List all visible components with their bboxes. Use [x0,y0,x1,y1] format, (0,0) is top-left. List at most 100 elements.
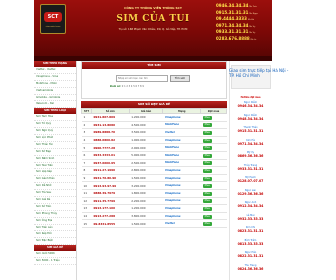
contact-item[interactable]: Mỹ Vy 0869.36.36.36 [229,151,272,158]
brand-title: SIM CỦA TUI [116,14,190,24]
contact-item[interactable]: Ngọc Anh 0912.34.34.34 [229,201,272,208]
sidebar-item[interactable]: Itelecom - Itel [34,101,76,109]
buy-button[interactable]: Mua [202,168,212,173]
search-button[interactable]: Tìm sim [170,75,190,82]
sidebar-item[interactable]: Sim Phong Thủy [34,211,76,218]
sidebar-item[interactable]: Sim Số Đẹp [34,149,76,156]
table-row[interactable]: 1 0941.867.869 1.200.000 Vinaphone Mua [81,113,227,122]
hotline-item[interactable]: 0971.34.34.34Ms Vy [216,23,270,30]
table-row[interactable]: 13 0913.177.166 1.200.000 Vinaphone Mua [81,204,227,213]
hotline-label: Ms Vy [249,32,256,35]
sim-number: 0913.177.166 [91,204,130,213]
sim-table: STT Số sim Giá bán Mạng Đặt mua 1 0941.86… [81,108,227,228]
sidebar-item[interactable]: Sim Dễ Nhớ [34,183,76,191]
hotline-label: Ms Vy [249,25,256,28]
table-row[interactable]: 12 0911.35.7799 2.200.000 Vinaphone Mua [81,197,227,206]
filter-links[interactable]: 0 1 2 3 4 5 6 7 8 9 [122,85,144,88]
hotline-item[interactable]: 0946.34.34.34Ms Trúc [216,3,270,10]
contact-item[interactable]: Thanh Thảo 0915.31.31.31 [229,126,272,133]
buy-button[interactable]: Mua [202,199,212,204]
contact-item[interactable]: Ngọc Diễm 0948.34.34.34 [229,114,272,121]
logo[interactable]: SCT simcuatui.com [40,4,66,34]
sidebar-item[interactable]: Gmobile - Gmobile [34,95,76,102]
contact-item[interactable]: Ngọc Diễm 0946.34.34.34 [229,101,272,108]
buy-cell: Mua [200,121,227,130]
sidebar-item[interactable]: Sim Giá Rẻ [34,197,76,204]
network-logo: Vinaphone [162,181,201,190]
sidebar-item[interactable]: Sim Lặp Kép [34,169,76,177]
sidebar-item[interactable]: Sim Năm Sinh [34,156,76,163]
sidebar-item[interactable]: Sim Ngũ Quý [34,128,76,136]
contact-item[interactable]: Ngọc Lan 0129.36.36.36 [229,189,272,196]
buy-button[interactable]: Mua [202,184,212,189]
table-row[interactable]: 11 0888.39.7979 1.800.000 Vinaphone Mua [81,189,227,198]
contact-item[interactable]: Thu Trang 0824.36.36.36 [229,264,272,271]
contact-item[interactable]: Kim Chi 0823.31.31.31 [229,226,272,233]
contact-number: 0946.34.34.34 [237,104,264,108]
buy-button[interactable]: Mua [202,153,212,158]
sidebar-item[interactable]: Sim Tam Hoa [34,114,76,122]
buy-button[interactable]: Mua [202,191,212,196]
sidebar-item[interactable]: Sim Kép Đôi [34,231,76,239]
sidebar-item[interactable]: Sim Đặc Biệt [34,238,76,246]
buy-button[interactable]: Mua [202,123,212,128]
sidebar-item[interactable]: Sim dưới 500K [34,251,76,259]
table-row[interactable]: 6 0933.3333.61 5.000.000 MobiFone Mua [81,151,227,160]
sidebar-item[interactable]: Sim Ông Địa [34,218,76,225]
contact-item[interactable]: Ngọc Hân 0822.31.31.31 [229,251,272,258]
contact-item[interactable]: Mỹ Hạnh 0128.07.07.07 [229,176,272,183]
hotline-label: Ms Hà [247,19,255,22]
table-row[interactable]: 2 0931.13.8686 4.500.000 MobiFone Mua [81,121,227,130]
contact-item[interactable]: Thùy Trang 0933.31.31.31 [229,164,272,171]
buy-button[interactable]: Mua [202,146,212,151]
buy-button[interactable]: Mua [202,115,212,120]
hotline-item[interactable]: 0915.31.31.31Ms Ngọc [216,10,270,17]
table-row[interactable]: 7 0937.6666.95 2.500.000 MobiFone Mua [81,159,227,168]
sidebar-item[interactable]: Sim Taxi Tiến [34,163,76,170]
search-input[interactable] [116,75,168,82]
table-row[interactable]: 3 0989.8888.76 3.500.000 Viettel Mua [81,128,227,137]
sim-number: 0913.93.97.99 [91,181,130,190]
network-logo: Vinaphone [162,113,201,122]
sidebar-item[interactable]: Sim Trả Sau [34,190,76,198]
hotline-item[interactable]: 0283.676.8888Ms Lê [216,36,270,43]
sidebar-item[interactable]: Sim Tiến Lên [34,225,76,232]
contact-item[interactable]: Bích Trâm 0813.33.33.33 [229,239,272,246]
buy-cell: Mua [200,174,227,183]
table-row[interactable]: 10 0913.93.97.99 3.200.000 Vinaphone Mua [81,181,227,190]
sidebar-item[interactable]: Sim Thần Tài [34,142,76,149]
buy-button[interactable]: Mua [202,138,212,143]
sidebar-item[interactable]: Sim Lộc Phát [34,135,76,142]
sim-number: 0933.3333.61 [91,151,130,160]
sidebar-item[interactable]: Sim 500K - 1 Triệu [34,258,76,266]
sidebar-item[interactable]: Sim Gánh Đảo [34,176,76,184]
table-row[interactable]: 9 0941.76.86.96 1.500.000 Vinaphone Mua [81,174,227,183]
sidebar-item[interactable]: Vinaphone - Vina [34,74,76,81]
sidebar-item[interactable]: Mobifone - Mobi [34,81,76,88]
contact-item[interactable]: Lê Mai 0932.33.33.33 [229,214,272,221]
buy-button[interactable]: Mua [202,130,212,135]
sidebar-item[interactable]: Sim Số Tiến [34,204,76,211]
sim-number: 0941.76.86.96 [91,174,130,183]
buy-button[interactable]: Mua [202,222,212,227]
sidebar-item[interactable]: Vietnamobile [34,88,76,95]
sidebar-item[interactable]: Sim Tứ Quý [34,121,76,129]
buy-button[interactable]: Mua [202,161,212,166]
hotline-number: 0283.676.8888 [216,35,250,41]
sim-number: 0888.6866.82 [91,136,130,145]
table-row[interactable]: 14 0913.277.288 3.800.000 Vinaphone Mua [81,212,227,221]
sidebar: SIM THEO MẠNG Viettel - Viettel Vinaphone… [34,61,77,280]
table-row[interactable]: 5 0906.7777.28 2.000.000 MobiFone Mua [81,143,227,152]
sidebar-item[interactable]: Viettel - Viettel [34,67,76,74]
contact-item[interactable]: Kim Hà 0971.34.34.34 [229,139,272,146]
table-row[interactable]: 8 0911.27.1996 2.800.000 Vinaphone Mua [81,166,227,175]
sim-price: 2.800.000 [129,166,163,175]
table-row[interactable]: 15 09.8331.8555 1.500.000 Viettel Mua [81,219,227,228]
buy-button[interactable]: Mua [202,176,212,181]
hotline-item[interactable]: 09.4444.3333Ms Hà [216,16,270,23]
buy-button[interactable]: Mua [202,206,212,211]
table-row[interactable]: 4 0888.6866.82 1.000.000 Vinaphone Mua [81,136,227,145]
buy-button[interactable]: Mua [202,214,212,219]
hotline-number: 0933.31.31.31 [216,29,249,35]
hotline-item[interactable]: 0933.31.31.31Ms Vy [216,29,270,36]
